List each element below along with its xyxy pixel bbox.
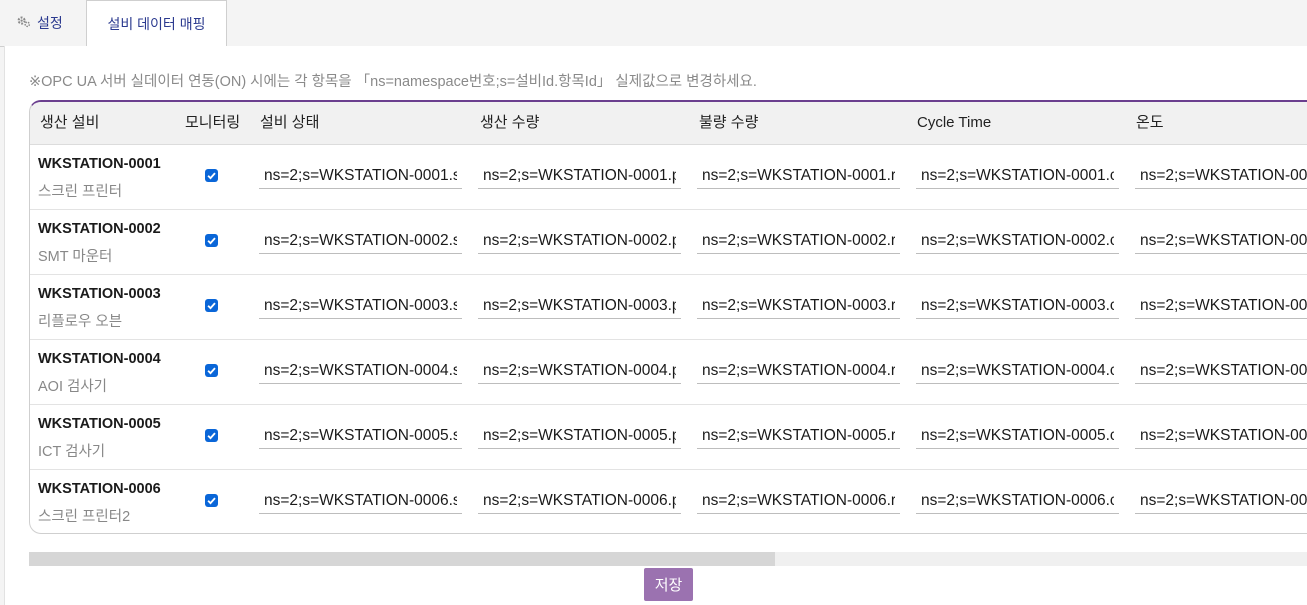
checkmark-icon [207, 302, 216, 310]
tab-settings[interactable]: 설정 [0, 0, 86, 46]
monitoring-checkbox[interactable] [205, 299, 218, 312]
monitoring-checkbox[interactable] [205, 364, 218, 377]
table-row: WKSTATION-0005 ICT 검사기 [30, 404, 1307, 470]
tag-input-temperature[interactable] [1135, 228, 1307, 254]
monitoring-checkbox[interactable] [205, 234, 218, 247]
tab-mapping-label: 설비 데이터 매핑 [107, 15, 206, 32]
tab-settings-label: 설정 [37, 15, 63, 31]
monitoring-checkbox[interactable] [205, 429, 218, 442]
table-header: 생산 설비 모니터링 설비 상태 생산 수량 불량 수량 Cycle Time … [30, 102, 1307, 145]
tag-input-status[interactable] [259, 293, 462, 319]
gear-icon [16, 14, 31, 32]
table-row: WKSTATION-0004 AOI 검사기 [30, 339, 1307, 405]
equipment-id: WKSTATION-0003 [38, 286, 161, 302]
equipment-name: SMT 마운터 [38, 249, 113, 265]
tag-input-production-qty[interactable] [478, 488, 681, 514]
equipment-id: WKSTATION-0001 [38, 156, 161, 172]
monitoring-checkbox[interactable] [205, 169, 218, 182]
column-header-production-qty: 생산 수량 [480, 114, 540, 131]
equipment-id: WKSTATION-0004 [38, 351, 161, 367]
tag-input-temperature[interactable] [1135, 488, 1307, 514]
column-header-equipment: 생산 설비 [40, 114, 100, 131]
tag-input-status[interactable] [259, 163, 462, 189]
tag-input-defect-qty[interactable] [697, 488, 900, 514]
tab-equipment-data-mapping[interactable]: 설비 데이터 매핑 [86, 0, 227, 47]
tag-input-cycle-time[interactable] [916, 293, 1119, 319]
tag-input-temperature[interactable] [1135, 358, 1307, 384]
column-header-status: 설비 상태 [260, 114, 320, 131]
tag-input-production-qty[interactable] [478, 358, 681, 384]
tag-input-status[interactable] [259, 358, 462, 384]
tag-input-cycle-time[interactable] [916, 358, 1119, 384]
save-button[interactable]: 저장 [644, 568, 693, 601]
column-header-defect-qty: 불량 수량 [699, 114, 759, 131]
mapping-panel: ※OPC UA 서버 실데이터 연동(ON) 시에는 각 항목을 「ns=nam… [4, 46, 1307, 605]
tag-input-production-qty[interactable] [478, 163, 681, 189]
checkmark-icon [207, 367, 216, 375]
checkmark-icon [207, 237, 216, 245]
table-row: WKSTATION-0001 스크린 프린터 [30, 144, 1307, 210]
checkmark-icon [207, 172, 216, 180]
equipment-id: WKSTATION-0006 [38, 481, 161, 497]
tag-input-cycle-time[interactable] [916, 228, 1119, 254]
equipment-id: WKSTATION-0005 [38, 416, 161, 432]
monitoring-checkbox[interactable] [205, 494, 218, 507]
column-header-cycle-time: Cycle Time [917, 114, 992, 131]
mapping-table: 생산 설비 모니터링 설비 상태 생산 수량 불량 수량 Cycle Time … [29, 100, 1307, 534]
tag-input-status[interactable] [259, 228, 462, 254]
equipment-name: 스크린 프린터 [38, 184, 123, 200]
tag-input-temperature[interactable] [1135, 163, 1307, 189]
tag-input-cycle-time[interactable] [916, 163, 1119, 189]
checkmark-icon [207, 432, 216, 440]
tag-input-production-qty[interactable] [478, 423, 681, 449]
table-row: WKSTATION-0006 스크린 프린터2 [30, 469, 1307, 533]
tag-input-defect-qty[interactable] [697, 228, 900, 254]
column-header-temperature: 온도 [1136, 114, 1164, 131]
tag-input-status[interactable] [259, 423, 462, 449]
notice-text: ※OPC UA 서버 실데이터 연동(ON) 시에는 각 항목을 「ns=nam… [29, 74, 757, 90]
column-header-monitoring: 모니터링 [185, 114, 241, 131]
tag-input-defect-qty[interactable] [697, 293, 900, 319]
equipment-name: 리플로우 오븐 [38, 314, 123, 330]
tag-input-defect-qty[interactable] [697, 423, 900, 449]
tag-input-temperature[interactable] [1135, 423, 1307, 449]
tag-input-cycle-time[interactable] [916, 488, 1119, 514]
scrollbar-thumb[interactable] [29, 552, 775, 566]
table-row: WKSTATION-0002 SMT 마운터 [30, 209, 1307, 275]
tag-input-cycle-time[interactable] [916, 423, 1119, 449]
horizontal-scrollbar[interactable] [29, 552, 1307, 566]
tag-input-defect-qty[interactable] [697, 358, 900, 384]
checkmark-icon [207, 497, 216, 505]
tag-input-production-qty[interactable] [478, 293, 681, 319]
table-row: WKSTATION-0003 리플로우 오븐 [30, 274, 1307, 340]
equipment-name: AOI 검사기 [38, 379, 108, 395]
equipment-name: 스크린 프린터2 [38, 509, 131, 525]
tag-input-production-qty[interactable] [478, 228, 681, 254]
tab-bar: 설정 설비 데이터 매핑 [0, 0, 1307, 47]
tag-input-temperature[interactable] [1135, 293, 1307, 319]
tag-input-defect-qty[interactable] [697, 163, 900, 189]
equipment-id: WKSTATION-0002 [38, 221, 161, 237]
tag-input-status[interactable] [259, 488, 462, 514]
equipment-name: ICT 검사기 [38, 444, 106, 460]
